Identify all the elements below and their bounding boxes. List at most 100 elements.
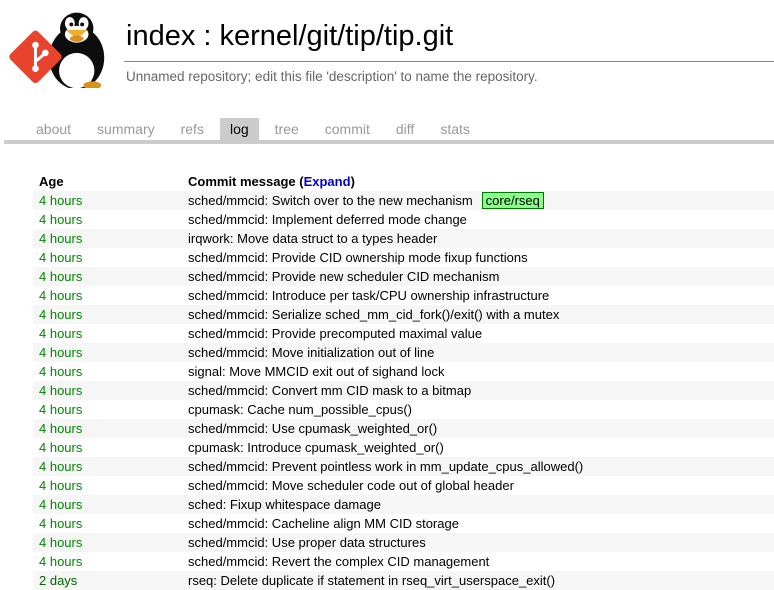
commit-age-link[interactable]: 4 hours bbox=[39, 307, 82, 322]
branch-deco-badge[interactable]: core/rseq bbox=[482, 192, 544, 209]
cgit-page: index : kernel/git/tip/tip.git Unnamed r… bbox=[0, 0, 774, 590]
expand-link[interactable]: Expand bbox=[304, 174, 351, 189]
commit-message-cell: sched/mmcid: Provide CID ownership mode … bbox=[182, 248, 774, 267]
commit-message-link[interactable]: sched/mmcid: Provide new scheduler CID m… bbox=[188, 269, 499, 284]
commit-message-link[interactable]: sched/mmcid: Prevent pointless work in m… bbox=[188, 459, 583, 474]
commit-age-link[interactable]: 4 hours bbox=[39, 535, 82, 550]
tab-diff[interactable]: diff bbox=[386, 118, 424, 140]
tab-bar: about summary refslogtree commit diff stats bbox=[4, 118, 774, 144]
commit-message-cell: sched/mmcid: Introduce per task/CPU owne… bbox=[182, 286, 774, 305]
commit-message-link[interactable]: sched/mmcid: Serialize sched_mm_cid_fork… bbox=[188, 307, 559, 322]
commit-age-link[interactable]: 4 hours bbox=[39, 364, 82, 379]
commit-message-cell: sched: Fixup whitespace damage bbox=[182, 495, 774, 514]
age-cell: 4 hours bbox=[33, 419, 182, 438]
age-cell: 4 hours bbox=[33, 210, 182, 229]
commit-message-link[interactable]: sched/mmcid: Move initialization out of … bbox=[188, 345, 434, 360]
tab-about[interactable]: about bbox=[26, 118, 81, 140]
commit-message-link[interactable]: sched: Fixup whitespace damage bbox=[188, 497, 381, 512]
repo-header: index : kernel/git/tip/tip.git Unnamed r… bbox=[0, 0, 774, 88]
commit-age-link[interactable]: 4 hours bbox=[39, 250, 82, 265]
log-row: 4 hours signal: Move MMCID exit out of si… bbox=[33, 362, 774, 381]
git-tux-logo-icon bbox=[6, 8, 116, 88]
commit-message-link[interactable]: cpumask: Introduce cpumask_weighted_or() bbox=[188, 440, 444, 455]
commit-age-link[interactable]: 4 hours bbox=[39, 459, 82, 474]
log-content: Age Commit message (Expand) 4 hours sched… bbox=[33, 172, 774, 590]
commit-message-link[interactable]: sched/mmcid: Use cpumask_weighted_or() bbox=[188, 421, 437, 436]
commit-message-cell: sched/mmcid: Convert mm CID mask to a bi… bbox=[182, 381, 774, 400]
commit-message-link[interactable]: sched/mmcid: Move scheduler code out of … bbox=[188, 478, 514, 493]
commit-message-link[interactable]: sched/mmcid: Revert the complex CID mana… bbox=[188, 554, 489, 569]
repo-description: Unnamed repository; edit this file 'desc… bbox=[124, 61, 774, 84]
commit-age-link[interactable]: 2 days bbox=[39, 573, 77, 588]
commit-message-cell: sched/mmcid: Move initialization out of … bbox=[182, 343, 774, 362]
log-row: 4 hours sched: Fixup whitespace damage bbox=[33, 495, 774, 514]
age-cell: 4 hours bbox=[33, 343, 182, 362]
commit-age-link[interactable]: 4 hours bbox=[39, 497, 82, 512]
commit-age-link[interactable]: 4 hours bbox=[39, 231, 82, 246]
log-row: 4 hours sched/mmcid: Cacheline align MM C… bbox=[33, 514, 774, 533]
commit-message-link[interactable]: cpumask: Cache num_possible_cpus() bbox=[188, 402, 412, 417]
commit-message-cell: sched/mmcid: Use proper data structures bbox=[182, 533, 774, 552]
log-row: 4 hours irqwork: Move data struct to a ty… bbox=[33, 229, 774, 248]
age-cell: 4 hours bbox=[33, 305, 182, 324]
commit-age-link[interactable]: 4 hours bbox=[39, 269, 82, 284]
commit-age-link[interactable]: 4 hours bbox=[39, 193, 82, 208]
commit-age-link[interactable]: 4 hours bbox=[39, 554, 82, 569]
log-row: 4 hours sched/mmcid: Implement deferred m… bbox=[33, 210, 774, 229]
commit-age-link[interactable]: 4 hours bbox=[39, 421, 82, 436]
column-header-age: Age bbox=[33, 172, 182, 191]
tab-summary[interactable]: summary bbox=[87, 118, 165, 140]
age-cell: 2 days bbox=[33, 571, 182, 590]
log-table-header-row: Age Commit message (Expand) bbox=[33, 172, 774, 191]
commit-message-link[interactable]: sched/mmcid: Convert mm CID mask to a bi… bbox=[188, 383, 471, 398]
commit-age-link[interactable]: 4 hours bbox=[39, 288, 82, 303]
commit-age-link[interactable]: 4 hours bbox=[39, 345, 82, 360]
tab-refs[interactable]: refs bbox=[171, 118, 214, 140]
commit-age-link[interactable]: 4 hours bbox=[39, 402, 82, 417]
commit-message-link[interactable]: signal: Move MMCID exit out of sighand l… bbox=[188, 364, 445, 379]
log-row: 4 hours sched/mmcid: Move initialization … bbox=[33, 343, 774, 362]
commit-age-link[interactable]: 4 hours bbox=[39, 516, 82, 531]
commit-message-cell: sched/mmcid: Move scheduler code out of … bbox=[182, 476, 774, 495]
tab-log[interactable]: log bbox=[220, 118, 259, 140]
log-row: 4 hours sched/mmcid: Revert the complex C… bbox=[33, 552, 774, 571]
age-cell: 4 hours bbox=[33, 191, 182, 210]
commit-message-link[interactable]: sched/mmcid: Switch over to the new mech… bbox=[188, 193, 473, 208]
commit-age-link[interactable]: 4 hours bbox=[39, 326, 82, 341]
commit-message-cell: irqwork: Move data struct to a types hea… bbox=[182, 229, 774, 248]
log-row: 4 hours sched/mmcid: Switch over to the n… bbox=[33, 191, 774, 210]
age-cell: 4 hours bbox=[33, 457, 182, 476]
cgit-logo-link[interactable] bbox=[6, 8, 116, 88]
commit-message-link[interactable]: irqwork: Move data struct to a types hea… bbox=[188, 231, 437, 246]
log-row: 4 hours sched/mmcid: Provide precomputed … bbox=[33, 324, 774, 343]
commit-age-link[interactable]: 4 hours bbox=[39, 383, 82, 398]
commit-message-link[interactable]: rseq: Delete duplicate if statement in r… bbox=[188, 573, 555, 588]
commit-message-label-suffix: ) bbox=[351, 174, 355, 189]
age-cell: 4 hours bbox=[33, 400, 182, 419]
tab-commit[interactable]: commit bbox=[315, 118, 380, 140]
commit-age-link[interactable]: 4 hours bbox=[39, 440, 82, 455]
tab-tree[interactable]: tree bbox=[265, 118, 309, 140]
commit-message-link[interactable]: sched/mmcid: Provide CID ownership mode … bbox=[188, 250, 528, 265]
log-row: 4 hours sched/mmcid: Prevent pointless wo… bbox=[33, 457, 774, 476]
log-row: 4 hours sched/mmcid: Provide CID ownershi… bbox=[33, 248, 774, 267]
commit-age-link[interactable]: 4 hours bbox=[39, 212, 82, 227]
commit-message-link[interactable]: sched/mmcid: Use proper data structures bbox=[188, 535, 426, 550]
log-row: 4 hours sched/mmcid: Move scheduler code … bbox=[33, 476, 774, 495]
commit-message-link[interactable]: sched/mmcid: Implement deferred mode cha… bbox=[188, 212, 467, 227]
age-cell: 4 hours bbox=[33, 476, 182, 495]
commit-message-link[interactable]: sched/mmcid: Introduce per task/CPU owne… bbox=[188, 288, 549, 303]
tab-stats[interactable]: stats bbox=[430, 118, 480, 140]
log-row: 4 hours sched/mmcid: Introduce per task/C… bbox=[33, 286, 774, 305]
age-cell: 4 hours bbox=[33, 438, 182, 457]
commit-message-link[interactable]: sched/mmcid: Provide precomputed maximal… bbox=[188, 326, 482, 341]
commit-age-link[interactable]: 4 hours bbox=[39, 478, 82, 493]
commit-message-link[interactable]: sched/mmcid: Cacheline align MM CID stor… bbox=[188, 516, 459, 531]
page-title[interactable]: index : kernel/git/tip/tip.git bbox=[124, 8, 774, 61]
commit-message-cell: sched/mmcid: Serialize sched_mm_cid_fork… bbox=[182, 305, 774, 324]
column-header-commit-message: Commit message (Expand) bbox=[182, 172, 774, 191]
commit-message-cell: sched/mmcid: Implement deferred mode cha… bbox=[182, 210, 774, 229]
header-main: index : kernel/git/tip/tip.git Unnamed r… bbox=[124, 8, 774, 84]
age-cell: 4 hours bbox=[33, 495, 182, 514]
age-cell: 4 hours bbox=[33, 362, 182, 381]
